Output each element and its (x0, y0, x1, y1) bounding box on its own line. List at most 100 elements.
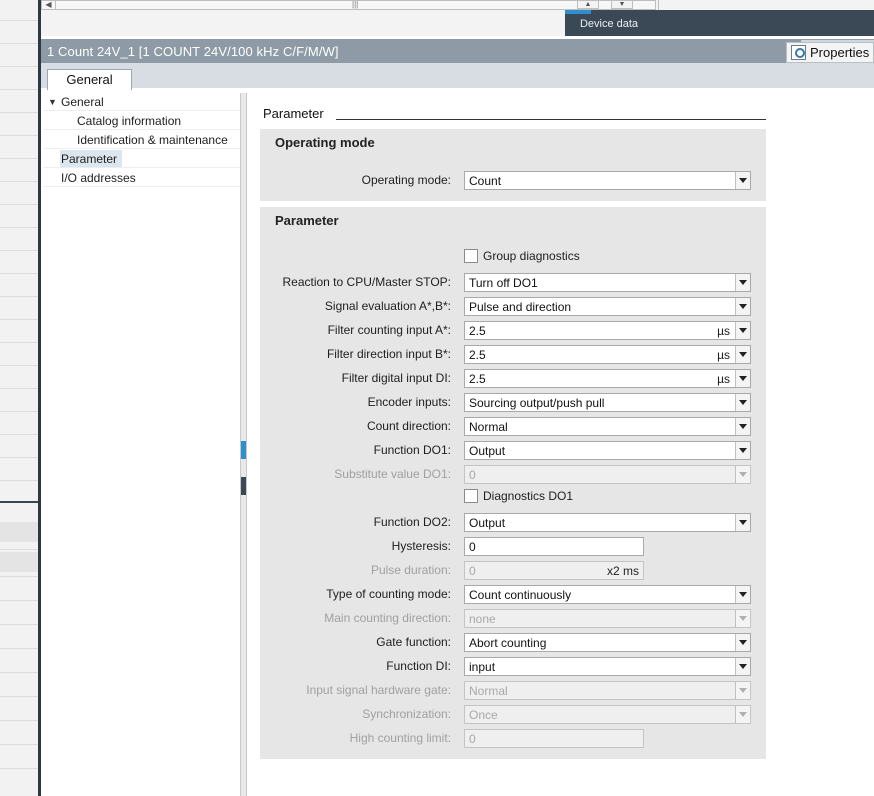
filter-counting-input-a-select[interactable]: 2.5 µs (464, 321, 751, 340)
top-dark-bar (653, 10, 874, 36)
operating-mode-label: Operating mode: (361, 173, 451, 187)
gate-function-select[interactable]: Abort counting (464, 633, 751, 652)
chevron-down-icon[interactable] (735, 442, 750, 459)
properties-icon (791, 45, 806, 60)
horizontal-scrollbar[interactable]: ◀ ||| (41, 0, 656, 10)
nav-item-io-addresses[interactable]: I/O addresses (43, 169, 240, 187)
function-di-select[interactable]: input (464, 657, 751, 676)
nav-item-parameter[interactable]: Parameter (43, 150, 240, 168)
parameter-group: Parameter Group diagnostics Reaction to … (260, 207, 766, 759)
main-counting-direction-label: Main counting direction: (324, 611, 451, 625)
pulse-duration-value: 0 (469, 564, 476, 578)
tab-general[interactable]: General (47, 69, 132, 90)
nav-item-general[interactable]: ▼ General (43, 93, 240, 111)
unit-label: µs (717, 348, 730, 362)
hysteresis-row: Hysteresis: 0 (260, 537, 766, 556)
parameter-content: Parameter Operating mode Operating mode:… (247, 90, 874, 796)
chevron-down-icon[interactable] (735, 634, 750, 651)
signal-evaluation-label: Signal evaluation A*,B*: (324, 299, 451, 313)
operating-mode-group: Operating mode Operating mode: Count (260, 129, 766, 201)
page-title: Parameter (263, 106, 324, 121)
chevron-down-icon[interactable] (735, 298, 750, 315)
signal-evaluation-select[interactable]: Pulse and direction (464, 297, 751, 316)
operating-mode-select[interactable]: Count (464, 171, 751, 190)
chevron-down-icon[interactable] (735, 274, 750, 291)
high-counting-limit-input: 0 (464, 729, 644, 748)
reaction-cpu-stop-row: Reaction to CPU/Master STOP: Turn off DO… (260, 273, 766, 292)
chevron-down-icon[interactable] (735, 370, 750, 387)
group-title: Operating mode (275, 135, 375, 150)
encoder-inputs-select[interactable]: Sourcing output/push pull (464, 393, 751, 412)
properties-tab[interactable]: Properties (786, 42, 874, 63)
filter-direction-input-b-select[interactable]: 2.5 µs (464, 345, 751, 364)
unit-label: µs (717, 372, 730, 386)
scroll-left-arrow-icon[interactable]: ◀ (42, 0, 56, 10)
counting-mode-label: Type of counting mode: (326, 587, 451, 601)
chevron-down-icon[interactable] (735, 172, 750, 189)
function-do1-row: Function DO1: Output (260, 441, 766, 460)
main-counting-direction-row: Main counting direction: none (260, 609, 766, 628)
chevron-down-icon[interactable] (735, 514, 750, 531)
function-di-value: input (469, 660, 496, 674)
substitute-value-do1-row: Substitute value DO1: 0 (260, 465, 766, 484)
unit-label: x2 ms (606, 564, 639, 578)
nav-item-label: Catalog information (77, 114, 182, 128)
function-do2-row: Function DO2: Output (260, 513, 766, 532)
nav-item-label: General (61, 95, 104, 109)
panel-splitter[interactable] (240, 93, 247, 796)
counting-mode-select[interactable]: Count continuously (464, 585, 751, 604)
function-do2-value: Output (469, 516, 506, 530)
function-do2-label: Function DO2: (373, 515, 451, 529)
active-tab-marker (565, 10, 591, 14)
count-direction-label: Count direction: (366, 419, 451, 433)
unit-label: µs (717, 324, 730, 338)
synchronization-select: Once (464, 705, 751, 724)
chevron-down-icon[interactable] (735, 322, 750, 339)
main-counting-direction-select: none (464, 609, 751, 628)
main-counting-direction-value: none (469, 612, 496, 626)
chevron-down-icon (735, 706, 750, 723)
hysteresis-input[interactable]: 0 (464, 537, 644, 556)
encoder-inputs-row: Encoder inputs: Sourcing output/push pul… (260, 393, 766, 412)
nav-item-catalog-information[interactable]: Catalog information (43, 112, 240, 130)
function-do1-select[interactable]: Output (464, 441, 751, 460)
nav-item-identification-maintenance[interactable]: Identification & maintenance (43, 131, 240, 149)
chevron-down-icon (735, 466, 750, 483)
splitter-collapse-left-icon[interactable] (241, 441, 246, 459)
splitter-expand-right-icon[interactable] (241, 477, 246, 495)
chevron-down-icon[interactable] (735, 418, 750, 435)
nav-item-label: Parameter (61, 152, 118, 166)
group-diagnostics-checkbox[interactable] (464, 249, 478, 263)
encoder-inputs-value: Sourcing output/push pull (469, 396, 605, 410)
chevron-down-icon[interactable] (735, 658, 750, 675)
scroll-grip-icon[interactable]: ||| (352, 0, 358, 10)
inspector-tab-row: General (41, 63, 874, 90)
function-do2-select[interactable]: Output (464, 513, 751, 532)
collapse-up-button[interactable]: ▲ (577, 0, 599, 9)
inspector-header: 1 Count 24V_1 [1 COUNT 24V/100 kHz C/F/M… (41, 39, 874, 63)
tab-device-data[interactable]: Device data (565, 10, 653, 36)
filter-digital-input-di-select[interactable]: 2.5 µs (464, 369, 751, 388)
chevron-down-icon (735, 610, 750, 627)
function-di-row: Function DI: input (260, 657, 766, 676)
group-title: Parameter (275, 213, 339, 228)
pulse-duration-row: Pulse duration: 0 x2 ms (260, 561, 766, 580)
synchronization-label: Synchronization: (362, 707, 451, 721)
count-direction-select[interactable]: Normal (464, 417, 751, 436)
chevron-down-icon[interactable] (735, 394, 750, 411)
device-data-label: Device data (579, 18, 639, 30)
chevron-down-icon[interactable] (735, 586, 750, 603)
diagnostics-do1-checkbox[interactable] (464, 489, 478, 503)
collapse-down-button[interactable]: ▼ (611, 0, 633, 9)
input-signal-hardware-gate-select: Normal (464, 681, 751, 700)
reaction-cpu-stop-value: Turn off DO1 (469, 276, 538, 290)
expand-arrow-icon[interactable]: ▼ (48, 93, 57, 111)
chevron-down-icon[interactable] (735, 346, 750, 363)
nav-item-label: I/O addresses (61, 171, 136, 185)
navigation-tree: ▼ General Catalog information Identifica… (41, 90, 240, 796)
reaction-cpu-stop-select[interactable]: Turn off DO1 (464, 273, 751, 292)
group-diagnostics-label: Group diagnostics (483, 249, 580, 263)
hysteresis-label: Hysteresis: (391, 539, 451, 553)
operating-mode-row: Operating mode: Count (260, 171, 766, 190)
input-signal-hardware-gate-row: Input signal hardware gate: Normal (260, 681, 766, 700)
